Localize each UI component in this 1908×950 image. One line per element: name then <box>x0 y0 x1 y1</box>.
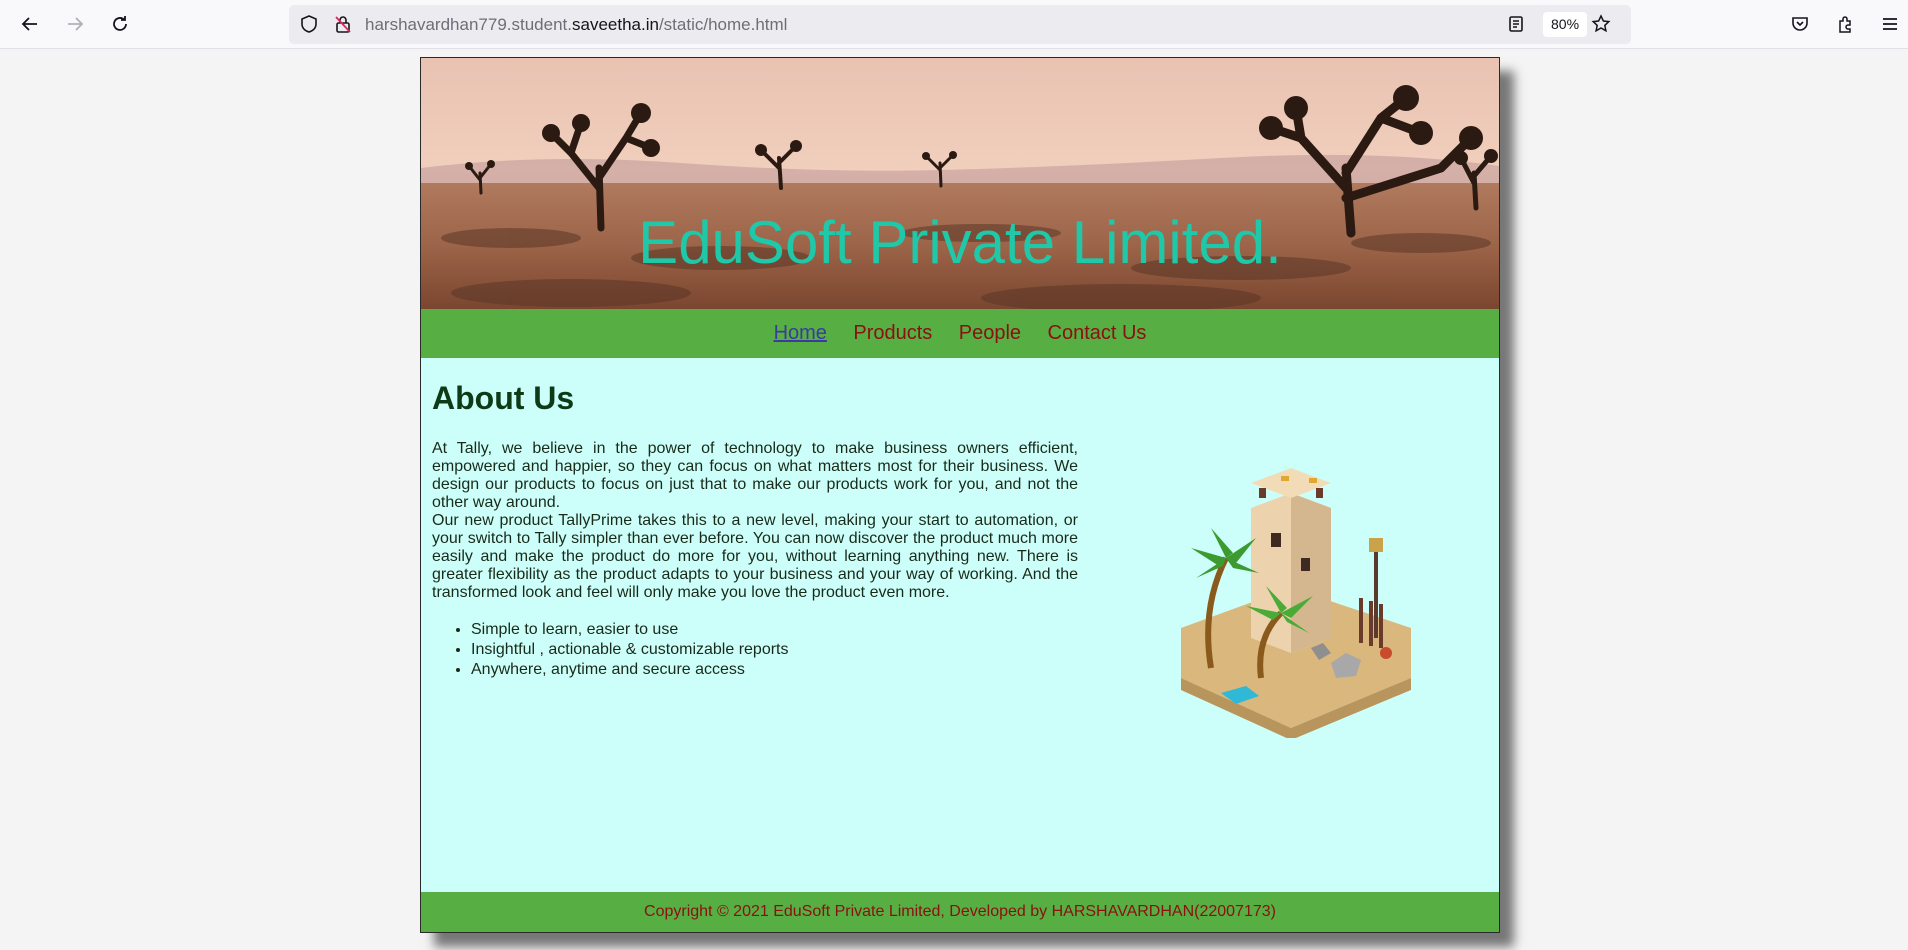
footer: Copyright © 2021 EduSoft Private Limited… <box>421 892 1499 932</box>
bookmark-star-icon[interactable] <box>1591 14 1611 34</box>
main-nav: Home Products People Contact Us <box>421 309 1499 358</box>
extensions-icon[interactable] <box>1829 8 1861 40</box>
site-title: EduSoft Private Limited. <box>638 209 1282 276</box>
reader-view-icon[interactable] <box>1506 14 1526 34</box>
nav-people-link[interactable]: People <box>959 309 1021 358</box>
feature-list: Simple to learn, easier to use Insightfu… <box>471 620 789 680</box>
list-item: Anywhere, anytime and secure access <box>471 660 789 680</box>
nav-contact-link[interactable]: Contact Us <box>1048 309 1147 358</box>
isometric-island-illustration <box>1181 468 1411 738</box>
list-item: Simple to learn, easier to use <box>471 620 789 640</box>
about-paragraph-1: At Tally, we believe in the power of tec… <box>432 440 1078 511</box>
pocket-icon[interactable] <box>1784 8 1816 40</box>
browser-toolbar: harshavardhan779.student.saveetha.in/sta… <box>0 0 1908 49</box>
zoom-level[interactable]: 80% <box>1543 12 1588 37</box>
header-banner: EduSoft Private Limited. <box>421 58 1499 309</box>
content-area: About Us At Tally, we believe in the pow… <box>421 358 1499 892</box>
insecure-lock-icon[interactable] <box>333 14 353 34</box>
shield-icon[interactable] <box>299 14 319 34</box>
list-item: Insightful , actionable & customizable r… <box>471 640 789 660</box>
nav-home-link[interactable]: Home <box>774 309 827 358</box>
reload-icon[interactable] <box>104 8 136 40</box>
url-text[interactable]: harshavardhan779.student.saveetha.in/sta… <box>365 15 787 35</box>
forward-icon[interactable] <box>59 8 91 40</box>
address-bar[interactable]: harshavardhan779.student.saveetha.in/sta… <box>289 5 1631 44</box>
about-text: At Tally, we believe in the power of tec… <box>432 440 1078 602</box>
back-icon[interactable] <box>14 8 46 40</box>
about-paragraph-2: Our new product TallyPrime takes this to… <box>432 512 1078 601</box>
menu-icon[interactable] <box>1874 8 1906 40</box>
page-heading: About Us <box>432 380 575 416</box>
page-container: EduSoft Private Limited. Home Products P… <box>420 57 1500 933</box>
nav-products-link[interactable]: Products <box>853 309 932 358</box>
